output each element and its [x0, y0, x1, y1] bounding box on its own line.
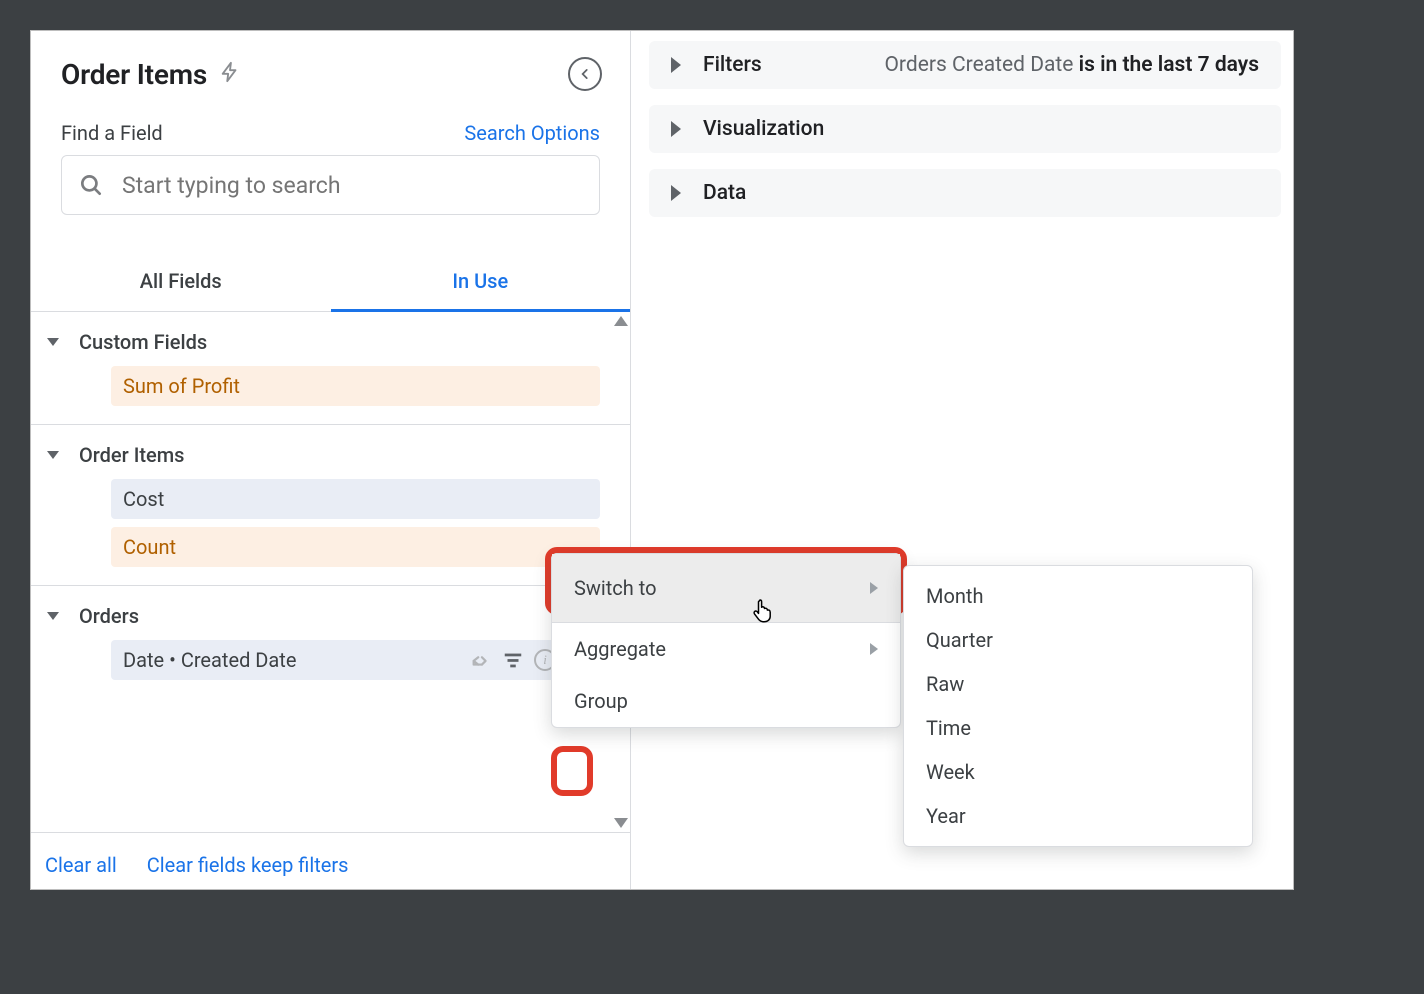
- find-field-label: Find a Field: [61, 121, 163, 145]
- switch-to-submenu: Month Quarter Raw Time Week Year: [903, 565, 1253, 847]
- submenu-label: Raw: [926, 672, 964, 696]
- field-tabs: All Fields In Use: [31, 255, 630, 312]
- submenu-arrow-icon: [870, 582, 878, 594]
- find-field-row: Find a Field Search Options: [31, 95, 630, 155]
- submenu-label: Year: [926, 804, 966, 828]
- field-picker-footer: Clear all Clear fields keep filters: [31, 832, 630, 889]
- fields-list: Custom Fields Sum of Profit Order Items …: [31, 312, 630, 832]
- panel-label: Filters: [703, 53, 762, 77]
- submenu-item-raw[interactable]: Raw: [904, 662, 1252, 706]
- filter-icon[interactable]: [502, 649, 524, 671]
- field-created-date[interactable]: Date • Created Date i: [111, 640, 600, 680]
- group-title: Order Items: [79, 443, 184, 467]
- submenu-item-month[interactable]: Month: [904, 574, 1252, 618]
- group-title: Orders: [79, 604, 139, 628]
- group-orders: Orders Date • Created Date i: [31, 586, 630, 698]
- filters-summary-bold: is in the last 7 days: [1079, 53, 1259, 77]
- field-context-menu: Switch to Aggregate Group: [551, 553, 901, 728]
- run-icon[interactable]: [219, 61, 241, 89]
- menu-item-label: Aggregate: [574, 637, 666, 661]
- filters-panel-header[interactable]: Filters Orders Created Date is in the la…: [649, 41, 1281, 89]
- menu-item-label: Switch to: [574, 576, 657, 600]
- expand-arrow-icon: [671, 185, 681, 201]
- tab-all-fields[interactable]: All Fields: [31, 255, 331, 311]
- submenu-label: Week: [926, 760, 975, 784]
- group-order-items: Order Items Cost Count: [31, 425, 630, 586]
- field-count[interactable]: Count: [111, 527, 600, 567]
- filters-summary: Orders Created Date is in the last 7 day…: [884, 53, 1259, 77]
- menu-item-switch-to[interactable]: Switch to: [552, 554, 900, 622]
- menu-item-group[interactable]: Group: [552, 675, 900, 727]
- collapse-panel-button[interactable]: [568, 57, 602, 91]
- field-picker-panel: Order Items Find a Field Search Options …: [31, 31, 631, 889]
- search-icon: [78, 172, 104, 198]
- submenu-label: Quarter: [926, 628, 993, 652]
- caret-down-icon: [47, 451, 59, 459]
- menu-item-aggregate[interactable]: Aggregate: [552, 623, 900, 675]
- group-header-custom[interactable]: Custom Fields: [31, 330, 630, 366]
- scroll-down-arrow-icon[interactable]: [614, 818, 628, 828]
- clear-fields-keep-filters-link[interactable]: Clear fields keep filters: [147, 853, 349, 877]
- panel-label: Data: [703, 181, 746, 205]
- field-search-input[interactable]: [120, 171, 583, 200]
- submenu-item-time[interactable]: Time: [904, 706, 1252, 750]
- data-panel-header[interactable]: Data: [649, 169, 1281, 217]
- submenu-item-quarter[interactable]: Quarter: [904, 618, 1252, 662]
- caret-down-icon: [47, 612, 59, 620]
- scroll-up-arrow-icon[interactable]: [614, 316, 628, 326]
- app-window: Order Items Find a Field Search Options …: [30, 30, 1294, 890]
- expand-arrow-icon: [671, 121, 681, 137]
- group-header-orders[interactable]: Orders: [31, 604, 630, 640]
- group-header-order-items[interactable]: Order Items: [31, 443, 630, 479]
- explore-title: Order Items: [61, 58, 207, 91]
- submenu-label: Time: [926, 716, 971, 740]
- submenu-label: Month: [926, 584, 983, 608]
- group-custom-fields: Custom Fields Sum of Profit: [31, 312, 630, 425]
- search-input-wrapper[interactable]: [61, 155, 600, 215]
- menu-item-label: Group: [574, 689, 628, 713]
- panel-label: Visualization: [703, 117, 824, 141]
- expand-arrow-icon: [671, 57, 681, 73]
- visualization-panel-header[interactable]: Visualization: [649, 105, 1281, 153]
- pivot-icon[interactable]: [470, 649, 492, 671]
- field-label: Cost: [123, 487, 164, 511]
- search-options-link[interactable]: Search Options: [464, 121, 600, 145]
- caret-down-icon: [47, 338, 59, 346]
- filters-summary-text: Orders Created Date: [884, 53, 1078, 77]
- field-label: Sum of Profit: [123, 374, 240, 398]
- group-title: Custom Fields: [79, 330, 207, 354]
- field-label: Count: [123, 535, 176, 559]
- submenu-arrow-icon: [870, 643, 878, 655]
- panel-header: Order Items: [31, 31, 630, 95]
- submenu-item-year[interactable]: Year: [904, 794, 1252, 838]
- submenu-item-week[interactable]: Week: [904, 750, 1252, 794]
- tab-in-use[interactable]: In Use: [331, 255, 631, 312]
- field-label: Date • Created Date: [123, 648, 296, 672]
- field-cost[interactable]: Cost: [111, 479, 600, 519]
- clear-all-link[interactable]: Clear all: [45, 853, 117, 877]
- field-sum-of-profit[interactable]: Sum of Profit: [111, 366, 600, 406]
